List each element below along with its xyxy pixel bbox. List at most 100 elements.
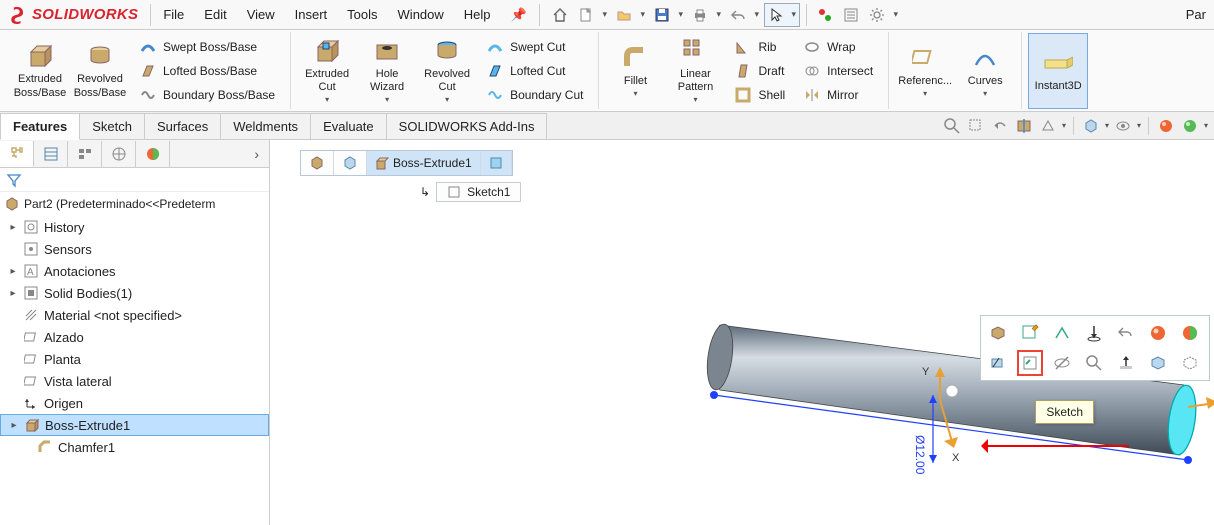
- prev-view-icon[interactable]: [990, 116, 1010, 136]
- rebuild-icon[interactable]: [813, 4, 837, 26]
- tree-root[interactable]: Part2 (Predeterminado<<Predeterm: [0, 192, 269, 216]
- ctx-select-other-icon[interactable]: [985, 350, 1011, 376]
- section-view-icon[interactable]: [1014, 116, 1034, 136]
- tree-alzado[interactable]: Alzado: [0, 326, 269, 348]
- extruded-boss-button[interactable]: Extruded Boss/Base: [10, 33, 70, 109]
- tab-evaluate[interactable]: Evaluate: [310, 113, 387, 139]
- intersect-button[interactable]: Intersect: [798, 60, 878, 82]
- open-icon[interactable]: [612, 4, 636, 26]
- tree-chamfer1[interactable]: Chamfer1: [0, 436, 269, 458]
- pin-icon[interactable]: 📌: [503, 3, 535, 27]
- linear-pattern-button[interactable]: Linear Pattern▾: [665, 33, 725, 109]
- fillet-button[interactable]: Fillet▾: [605, 33, 665, 109]
- new-icon[interactable]: [574, 4, 598, 26]
- ctx-zoom-selection-icon[interactable]: [1081, 350, 1107, 376]
- dimxpert-tab-icon[interactable]: [102, 141, 136, 167]
- ctx-hide-icon[interactable]: [1049, 350, 1075, 376]
- print-icon[interactable]: [688, 4, 712, 26]
- breadcrumb-face-icon[interactable]: [481, 151, 512, 175]
- swept-cut-button[interactable]: Swept Cut: [481, 36, 588, 58]
- tree-filter[interactable]: [0, 168, 269, 192]
- boundary-boss-button[interactable]: Boundary Boss/Base: [134, 84, 280, 106]
- home-icon[interactable]: [548, 4, 572, 26]
- lofted-cut-button[interactable]: Lofted Cut: [481, 60, 588, 82]
- options-list-icon[interactable]: [839, 4, 863, 26]
- ctx-normal-to-icon[interactable]: [1081, 320, 1107, 346]
- revolved-cut-button[interactable]: Revolved Cut▾: [417, 33, 477, 109]
- tree-vista-lateral[interactable]: Vista lateral: [0, 370, 269, 392]
- breadcrumb-sketch1[interactable]: Sketch1: [436, 182, 521, 202]
- view-orientation-icon[interactable]: [1038, 116, 1058, 136]
- menu-window[interactable]: Window: [390, 3, 452, 26]
- property-manager-tab-icon[interactable]: [34, 141, 68, 167]
- curves-button[interactable]: Curves▾: [955, 33, 1015, 109]
- menu-insert[interactable]: Insert: [287, 3, 336, 26]
- rib-button[interactable]: Rib: [729, 36, 790, 58]
- ctx-isolate-icon[interactable]: [1145, 350, 1171, 376]
- revolved-boss-button[interactable]: Revolved Boss/Base: [70, 33, 130, 109]
- hole-wizard-button[interactable]: Hole Wizard▾: [357, 33, 417, 109]
- display-manager-tab-icon[interactable]: [136, 141, 170, 167]
- ctx-edit-sketch-icon[interactable]: [1017, 320, 1043, 346]
- ctx-edit-feature-icon[interactable]: [985, 320, 1011, 346]
- graphics-viewport[interactable]: Boss-Extrude1 ↳ Sketch1: [270, 140, 1214, 525]
- ctx-appearance-icon[interactable]: [1145, 320, 1171, 346]
- boundary-cut-button[interactable]: Boundary Cut: [481, 84, 588, 106]
- select-cursor-icon[interactable]: [765, 4, 789, 26]
- diameter-dimension[interactable]: Ø12.00: [913, 435, 927, 475]
- tree-boss-extrude1[interactable]: ▸Boss-Extrude1: [0, 414, 269, 436]
- tab-features[interactable]: Features: [0, 113, 80, 140]
- hide-show-icon[interactable]: [1113, 116, 1133, 136]
- breadcrumb-boss-extrude1[interactable]: Boss-Extrude1: [367, 151, 481, 175]
- reference-geometry-button[interactable]: Referenc...▾: [895, 33, 955, 109]
- ctx-3dsketch-icon[interactable]: [1049, 320, 1075, 346]
- tab-addins[interactable]: SOLIDWORKS Add-Ins: [386, 113, 548, 139]
- draft-button[interactable]: Draft: [729, 60, 790, 82]
- lofted-boss-button[interactable]: Lofted Boss/Base: [134, 60, 280, 82]
- zoom-fit-icon[interactable]: [942, 116, 962, 136]
- feature-manager-panel: › Part2 (Predeterminado<<Predeterm ▸Hist…: [0, 140, 270, 525]
- configuration-manager-tab-icon[interactable]: [68, 141, 102, 167]
- svg-text:Y: Y: [922, 366, 930, 378]
- ctx-parent-child-icon[interactable]: [1113, 320, 1139, 346]
- quick-access-toolbar: ▾ ▾ ▾ ▾ ▾ ▾ ▾: [544, 3, 905, 27]
- save-icon[interactable]: [650, 4, 674, 26]
- tree-solid-bodies[interactable]: ▸Solid Bodies(1): [0, 282, 269, 304]
- feature-tree-tab-icon[interactable]: [0, 141, 34, 167]
- menu-help[interactable]: Help: [456, 3, 499, 26]
- scene-icon[interactable]: [1180, 116, 1200, 136]
- undo-icon[interactable]: [726, 4, 750, 26]
- wrap-button[interactable]: Wrap: [798, 36, 878, 58]
- tree-anotaciones[interactable]: ▸AAnotaciones: [0, 260, 269, 282]
- tab-sketch[interactable]: Sketch: [79, 113, 145, 139]
- ctx-appearance-scene-icon[interactable]: [1177, 320, 1203, 346]
- tree-material[interactable]: Material <not specified>: [0, 304, 269, 326]
- swept-boss-button[interactable]: Swept Boss/Base: [134, 36, 280, 58]
- more-tabs-icon[interactable]: ›: [244, 146, 269, 162]
- mirror-button[interactable]: Mirror: [798, 84, 878, 106]
- breadcrumb-body-icon[interactable]: [334, 151, 367, 175]
- menu-file[interactable]: File: [155, 3, 192, 26]
- breadcrumb-part-icon[interactable]: [301, 151, 334, 175]
- tree-origen[interactable]: Origen: [0, 392, 269, 414]
- context-tooltip: Sketch: [1035, 400, 1094, 424]
- tree-sensors[interactable]: Sensors: [0, 238, 269, 260]
- extruded-cut-button[interactable]: Extruded Cut▾: [297, 33, 357, 109]
- shell-button[interactable]: Shell: [729, 84, 790, 106]
- ctx-sketch-icon[interactable]: [1017, 350, 1043, 376]
- zoom-area-icon[interactable]: [966, 116, 986, 136]
- ctx-transparency-icon[interactable]: [1177, 350, 1203, 376]
- selection-breadcrumb: Boss-Extrude1: [300, 150, 513, 176]
- appearance-icon[interactable]: [1156, 116, 1176, 136]
- menu-view[interactable]: View: [239, 3, 283, 26]
- display-style-icon[interactable]: [1081, 116, 1101, 136]
- settings-gear-icon[interactable]: [865, 4, 889, 26]
- menu-edit[interactable]: Edit: [196, 3, 234, 26]
- ctx-normal-plane-icon[interactable]: [1113, 350, 1139, 376]
- menu-tools[interactable]: Tools: [339, 3, 385, 26]
- tree-planta[interactable]: Planta: [0, 348, 269, 370]
- tree-history[interactable]: ▸History: [0, 216, 269, 238]
- tab-weldments[interactable]: Weldments: [220, 113, 311, 139]
- tab-surfaces[interactable]: Surfaces: [144, 113, 221, 139]
- instant3d-button[interactable]: Instant3D: [1028, 33, 1088, 109]
